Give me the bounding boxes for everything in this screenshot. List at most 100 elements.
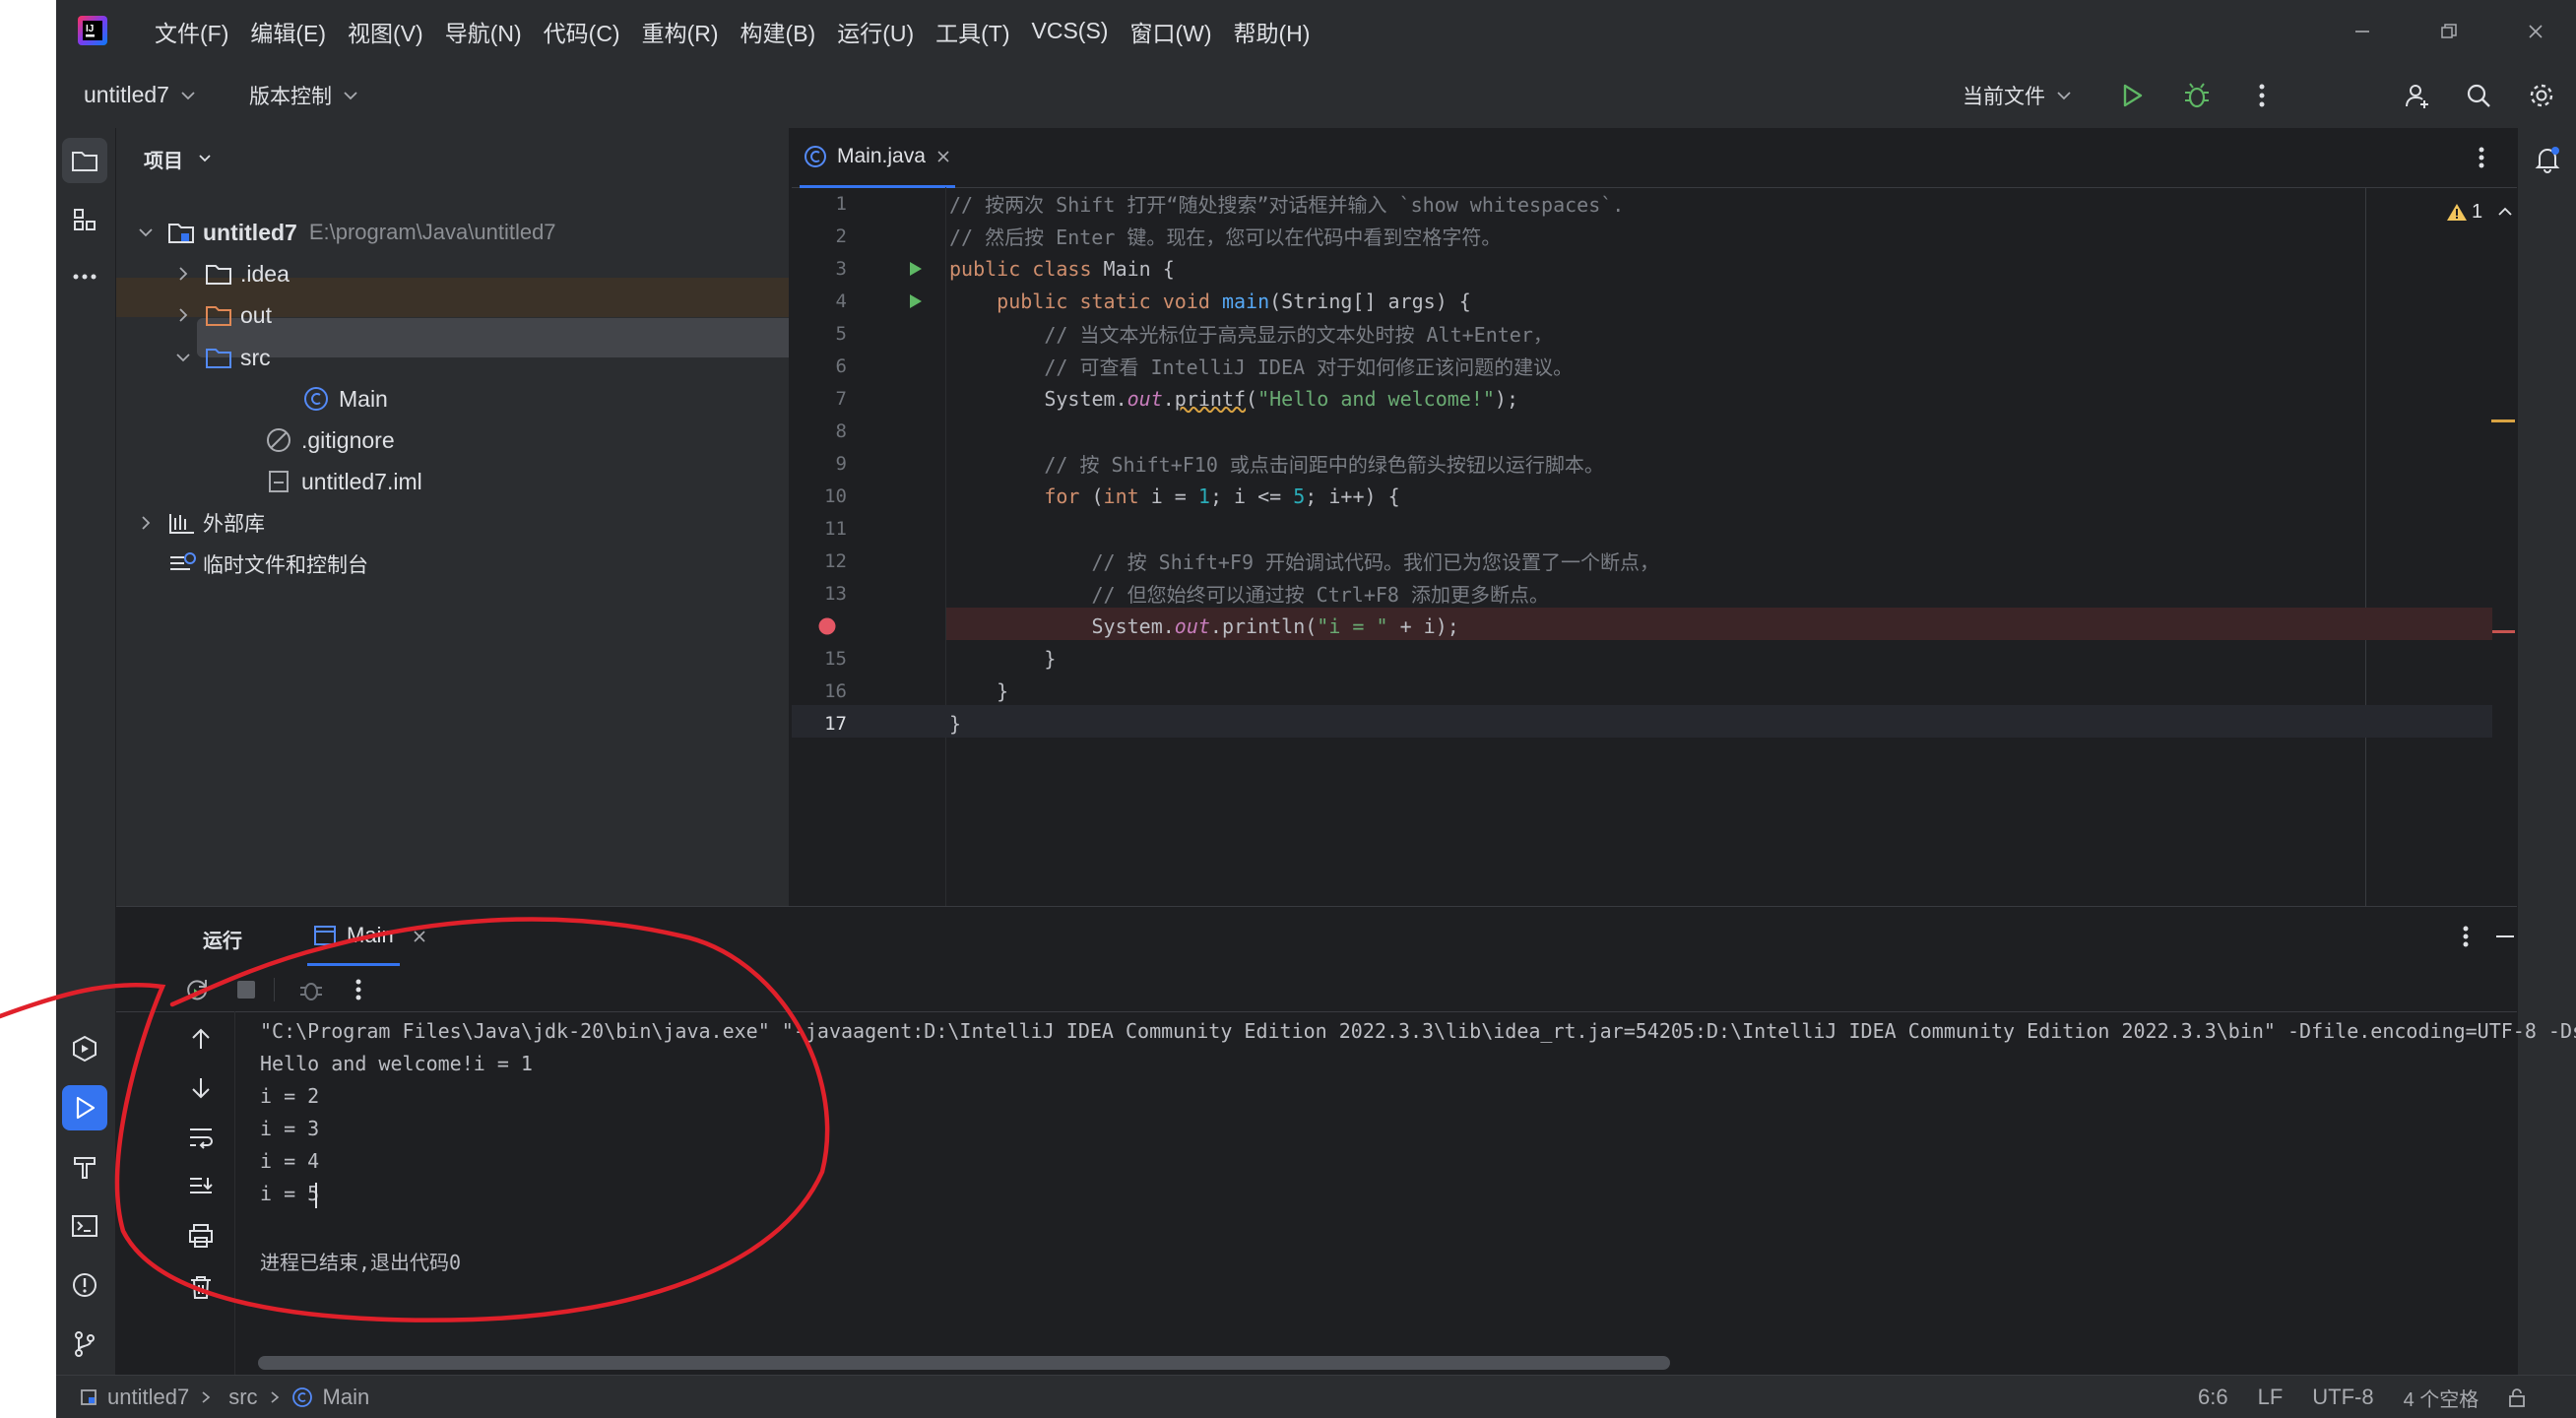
line-number: 8 bbox=[835, 419, 847, 442]
project-tool-button[interactable] bbox=[62, 138, 107, 183]
menu-view[interactable]: 视图(V) bbox=[348, 15, 423, 48]
hide-panel-icon[interactable] bbox=[2495, 921, 2515, 952]
chevron-down-icon bbox=[2057, 91, 2071, 99]
run-config-selector[interactable]: 当前文件 bbox=[1963, 62, 2073, 128]
tree-item-src[interactable]: src bbox=[173, 338, 271, 377]
tree-root[interactable]: untitled7 E:\program\Java\untitled7 bbox=[136, 213, 556, 252]
tree-item-scratches[interactable]: 临时文件和控制台 bbox=[167, 545, 368, 584]
indent-setting[interactable]: 4 个空格 bbox=[2404, 1384, 2479, 1412]
horizontal-scrollbar-thumb[interactable] bbox=[258, 1356, 1670, 1370]
breadcrumb-project[interactable]: untitled7 bbox=[107, 1385, 189, 1410]
line-separator[interactable]: LF bbox=[2258, 1385, 2284, 1410]
java-class-icon bbox=[304, 387, 328, 411]
chevron-down-icon bbox=[176, 354, 190, 362]
tree-item-iml[interactable]: untitled7.iml bbox=[266, 462, 422, 501]
run-button[interactable] bbox=[2114, 78, 2150, 113]
line-number: 15 bbox=[824, 647, 847, 670]
debug-attach-icon[interactable] bbox=[295, 974, 327, 1005]
menu-run[interactable]: 运行(U) bbox=[837, 15, 914, 48]
console-output[interactable]: "C:\Program Files\Java\jdk-20\bin\java.e… bbox=[116, 1011, 2576, 1307]
debug-button[interactable] bbox=[2179, 78, 2215, 113]
tree-label: Main bbox=[339, 385, 388, 412]
editor-tab-bar: Main.java bbox=[792, 128, 2517, 188]
tree-label: .gitignore bbox=[301, 426, 395, 453]
chevron-right-icon bbox=[271, 1391, 279, 1403]
git-tool-button[interactable] bbox=[62, 1321, 107, 1367]
project-switcher[interactable]: untitled7 bbox=[84, 62, 197, 128]
editor-tab-main[interactable]: Main.java bbox=[800, 128, 955, 188]
breadcrumb-main[interactable]: Main bbox=[323, 1385, 370, 1410]
caret-position[interactable]: 6:6 bbox=[2198, 1385, 2228, 1410]
chevron-down-icon bbox=[139, 228, 153, 237]
search-icon[interactable] bbox=[2461, 78, 2496, 113]
menu-window[interactable]: 窗口(W) bbox=[1129, 15, 1211, 48]
restore-icon[interactable] bbox=[2433, 16, 2465, 47]
more-run-actions-icon[interactable] bbox=[343, 974, 374, 1005]
console-line: i = 2 bbox=[260, 1084, 320, 1108]
services-tool-button[interactable] bbox=[62, 1026, 107, 1071]
run-tab-main[interactable]: Main bbox=[307, 907, 400, 966]
structure-tool-button[interactable] bbox=[62, 197, 107, 242]
main-menu: 文件(F) 编辑(E) 视图(V) 导航(N) 代码(C) 重构(R) 构建(B… bbox=[155, 0, 1310, 62]
close-window-icon[interactable] bbox=[2520, 16, 2551, 47]
code-line-10: for (int i = 1; i <= 5; i++) { bbox=[949, 483, 1399, 508]
menu-help[interactable]: 帮助(H) bbox=[1234, 15, 1311, 48]
chevron-right-icon bbox=[142, 516, 151, 530]
chevron-down-icon bbox=[344, 91, 357, 99]
more-tools-icon[interactable] bbox=[62, 254, 107, 299]
breadcrumb-src[interactable]: src bbox=[228, 1385, 257, 1410]
root-name: untitled7 bbox=[203, 219, 297, 245]
tree-item-external-libs[interactable]: 外部库 bbox=[136, 503, 265, 543]
terminal-tool-button[interactable] bbox=[62, 1203, 107, 1249]
console-line: i = 4 bbox=[260, 1149, 320, 1173]
tree-item-out[interactable]: out bbox=[173, 295, 272, 335]
console-line: 进程已结束,退出代码0 bbox=[260, 1251, 462, 1274]
run-gutter-icon[interactable] bbox=[908, 260, 924, 278]
project-panel-header[interactable]: 项目 bbox=[144, 144, 213, 173]
menu-refactor[interactable]: 重构(R) bbox=[642, 15, 719, 48]
tree-item-idea[interactable]: .idea bbox=[173, 254, 290, 293]
notifications-bell-icon[interactable] bbox=[2528, 140, 2567, 179]
code-line-17: } bbox=[949, 711, 962, 736]
menu-vcs[interactable]: VCS(S) bbox=[1032, 18, 1109, 44]
minimize-icon[interactable] bbox=[2347, 16, 2378, 47]
menu-file[interactable]: 文件(F) bbox=[155, 15, 228, 48]
close-tab-icon[interactable] bbox=[412, 929, 427, 944]
run-gutter-icon[interactable] bbox=[908, 292, 924, 310]
tree-item-gitignore[interactable]: .gitignore bbox=[266, 420, 395, 460]
console-line: "C:\Program Files\Java\jdk-20\bin\java.e… bbox=[260, 1019, 2576, 1043]
module-icon bbox=[81, 1389, 97, 1405]
ide-window: IJ 文件(F) 编辑(E) 视图(V) 导航(N) 代码(C) 重构(R) 构… bbox=[56, 0, 2576, 1418]
services-icon bbox=[73, 1035, 97, 1063]
editor-options-icon[interactable] bbox=[2466, 142, 2497, 173]
stop-icon[interactable] bbox=[234, 978, 258, 1001]
run-tool-button[interactable] bbox=[62, 1085, 107, 1130]
menu-edit[interactable]: 编辑(E) bbox=[250, 15, 326, 48]
menu-code[interactable]: 代码(C) bbox=[544, 15, 620, 48]
rerun-icon[interactable] bbox=[181, 974, 213, 1005]
menu-build[interactable]: 构建(B) bbox=[741, 15, 816, 48]
menu-tools[interactable]: 工具(T) bbox=[935, 15, 1009, 48]
scratches-icon bbox=[170, 552, 196, 570]
run-panel-options-icon[interactable] bbox=[2450, 921, 2481, 952]
add-user-icon[interactable] bbox=[2400, 78, 2435, 113]
file-encoding[interactable]: UTF-8 bbox=[2312, 1385, 2373, 1410]
code-token: Main { bbox=[1103, 256, 1175, 281]
lock-icon[interactable] bbox=[2508, 1387, 2526, 1407]
vcs-widget[interactable]: 版本控制 bbox=[249, 62, 359, 128]
menu-navigate[interactable]: 导航(N) bbox=[445, 15, 522, 48]
breakpoint-icon[interactable] bbox=[817, 616, 837, 636]
folder-icon bbox=[72, 152, 97, 171]
chevron-right-icon bbox=[202, 1391, 211, 1403]
tree-item-main[interactable]: Main bbox=[303, 379, 388, 419]
more-actions-icon[interactable] bbox=[2244, 78, 2280, 113]
left-tool-strip bbox=[56, 128, 116, 1375]
code-token: ; i <= bbox=[1209, 483, 1294, 508]
build-tool-button[interactable] bbox=[62, 1144, 107, 1190]
code-token: System. bbox=[949, 386, 1127, 411]
close-tab-icon[interactable] bbox=[935, 149, 951, 164]
warning-circle-icon bbox=[73, 1273, 97, 1297]
problems-tool-button[interactable] bbox=[62, 1262, 107, 1308]
settings-gear-icon[interactable] bbox=[2524, 78, 2559, 113]
code-line-16: } bbox=[949, 678, 1009, 703]
